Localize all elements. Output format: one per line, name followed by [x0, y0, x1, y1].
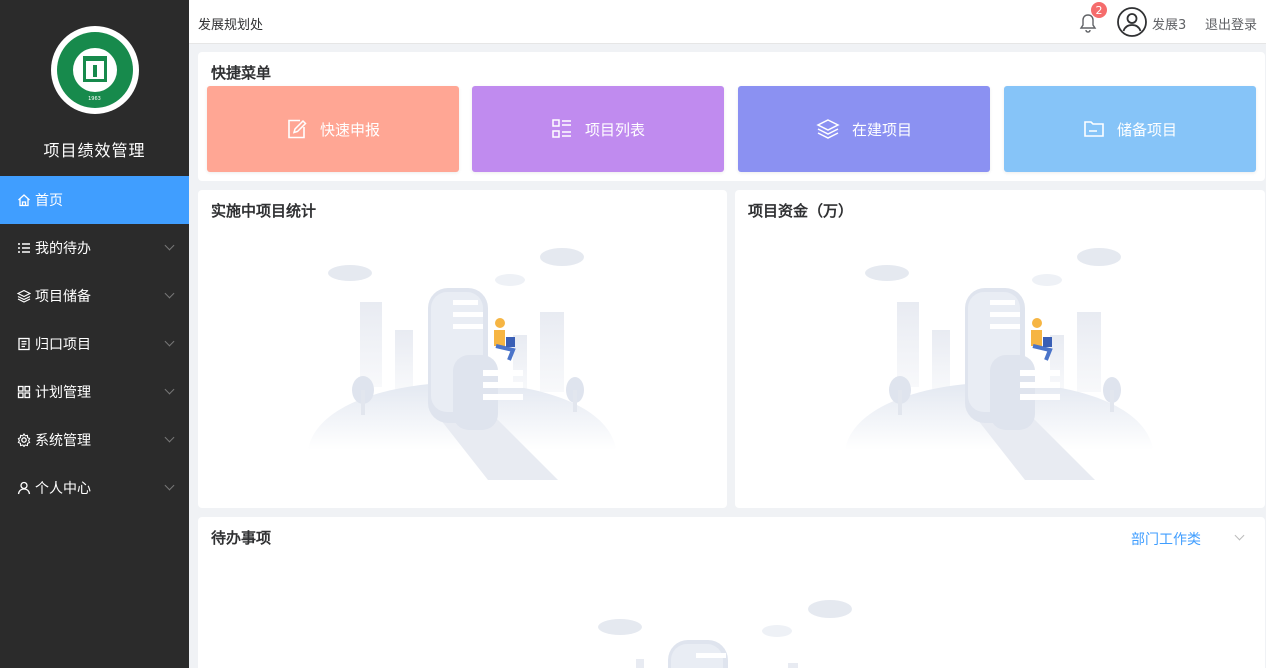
- username[interactable]: 发展3: [1152, 14, 1186, 33]
- sidebar-item-home[interactable]: 首页: [0, 176, 189, 224]
- todo-card: 待办事项 部门工作类: [198, 517, 1265, 668]
- notification-badge: 2: [1090, 1, 1108, 19]
- logout-link[interactable]: 退出登录: [1205, 14, 1257, 33]
- avatar[interactable]: [1116, 6, 1148, 38]
- implementation-stats-card: 实施中项目统计: [198, 190, 727, 508]
- layers-icon: [816, 119, 840, 139]
- folder-icon: [1084, 121, 1104, 137]
- sidebar-item-centralized[interactable]: 归口项目: [0, 320, 189, 368]
- stats-title: 实施中项目统计: [211, 202, 317, 220]
- project-funds-card: 项目资金（万）: [735, 190, 1265, 508]
- college-logo: 1963: [50, 26, 139, 114]
- top-header: 发展规划处 2 发展3 退出登录: [189, 0, 1266, 44]
- sidebar-item-reserve[interactable]: 项目储备: [0, 272, 189, 320]
- sidebar-item-label: 归口项目: [35, 337, 91, 353]
- quick-tile-label: 快速申报: [319, 120, 380, 139]
- quick-menu-card: 快捷菜单 快速申报 项目列表 在建项目 储备项目: [198, 52, 1265, 181]
- chevron-down-icon: [164, 288, 175, 299]
- quick-tile-label: 储备项目: [1116, 120, 1177, 139]
- document-icon: [17, 337, 31, 351]
- sidebar-item-label: 系统管理: [35, 433, 91, 449]
- funds-title: 项目资金（万）: [748, 202, 854, 220]
- edit-icon: [288, 119, 307, 139]
- sidebar: 1963 项目绩效管理 首页 我的待办 项目储备 归口项目 计划管理 系统管理 …: [0, 0, 189, 668]
- grid-icon: [17, 385, 31, 399]
- quick-tile-label: 项目列表: [584, 120, 645, 139]
- empty-state-illustration: [308, 248, 616, 480]
- chevron-down-icon: [164, 336, 175, 347]
- chevron-down-icon: [164, 384, 175, 395]
- user-icon: [17, 481, 31, 495]
- sidebar-item-label: 计划管理: [35, 385, 91, 401]
- layers-icon: [17, 289, 31, 303]
- quick-menu-title: 快捷菜单: [211, 64, 272, 82]
- category-filter-select[interactable]: 部门工作类: [1131, 529, 1201, 549]
- sidebar-item-label: 我的待办: [35, 241, 91, 257]
- chevron-down-icon: [164, 240, 175, 251]
- list-grid-icon: [552, 119, 571, 138]
- quick-tile-label: 在建项目: [851, 120, 912, 139]
- sidebar-item-label: 项目储备: [35, 289, 91, 305]
- sidebar-item-profile[interactable]: 个人中心: [0, 464, 189, 512]
- chevron-down-icon: [164, 480, 175, 491]
- department-title: 发展规划处: [198, 18, 264, 33]
- project-list-button[interactable]: 项目列表: [472, 86, 724, 172]
- sidebar-item-system[interactable]: 系统管理: [0, 416, 189, 464]
- sidebar-item-plan[interactable]: 计划管理: [0, 368, 189, 416]
- gear-icon: [17, 433, 31, 447]
- list-icon: [17, 241, 31, 255]
- chevron-down-icon[interactable]: [1234, 530, 1245, 541]
- sidebar-item-todo[interactable]: 我的待办: [0, 224, 189, 272]
- sidebar-item-label: 首页: [35, 193, 63, 209]
- todo-title: 待办事项: [211, 529, 272, 547]
- quick-apply-button[interactable]: 快速申报: [207, 86, 459, 172]
- in-progress-projects-button[interactable]: 在建项目: [738, 86, 990, 172]
- reserve-projects-button[interactable]: 储备项目: [1004, 86, 1256, 172]
- app-title: 项目绩效管理: [43, 141, 146, 160]
- home-icon: [17, 193, 31, 207]
- sidebar-item-label: 个人中心: [35, 481, 91, 497]
- chevron-down-icon: [164, 432, 175, 443]
- empty-state-illustration: [598, 600, 852, 668]
- brand: 1963 项目绩效管理: [0, 0, 189, 176]
- empty-state-illustration: [845, 248, 1153, 480]
